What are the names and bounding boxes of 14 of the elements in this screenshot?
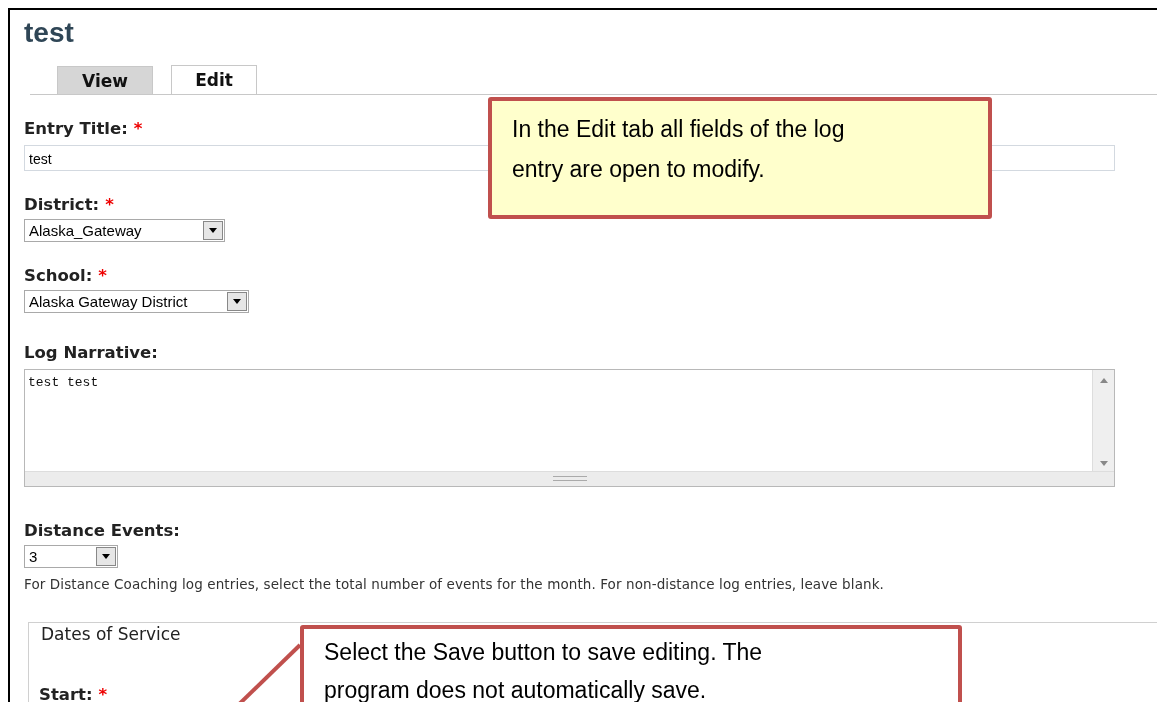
page-title: test <box>24 16 75 50</box>
field-label: Start: <box>39 685 93 702</box>
help-text: For Distance Coaching log entries, select the total number of events for the month. For non-distance log entries, leave blank. <box>24 575 885 594</box>
required-mark: * <box>98 266 107 285</box>
required-mark: * <box>133 119 143 138</box>
field-label: District: <box>24 195 100 214</box>
callout-text: Select the Save button to save editing. The program does not automatically save. <box>324 638 764 702</box>
callout-text: In the Edit tab all fields of the log entry are open to modify. <box>512 115 846 184</box>
field-label: Entry Title: <box>24 119 128 138</box>
required-mark: * <box>105 195 114 214</box>
required-mark: * <box>98 685 108 702</box>
field-label: Log Narrative: <box>24 343 158 362</box>
field-label: Distance Events: <box>24 521 180 540</box>
field-label: School: <box>24 266 93 285</box>
